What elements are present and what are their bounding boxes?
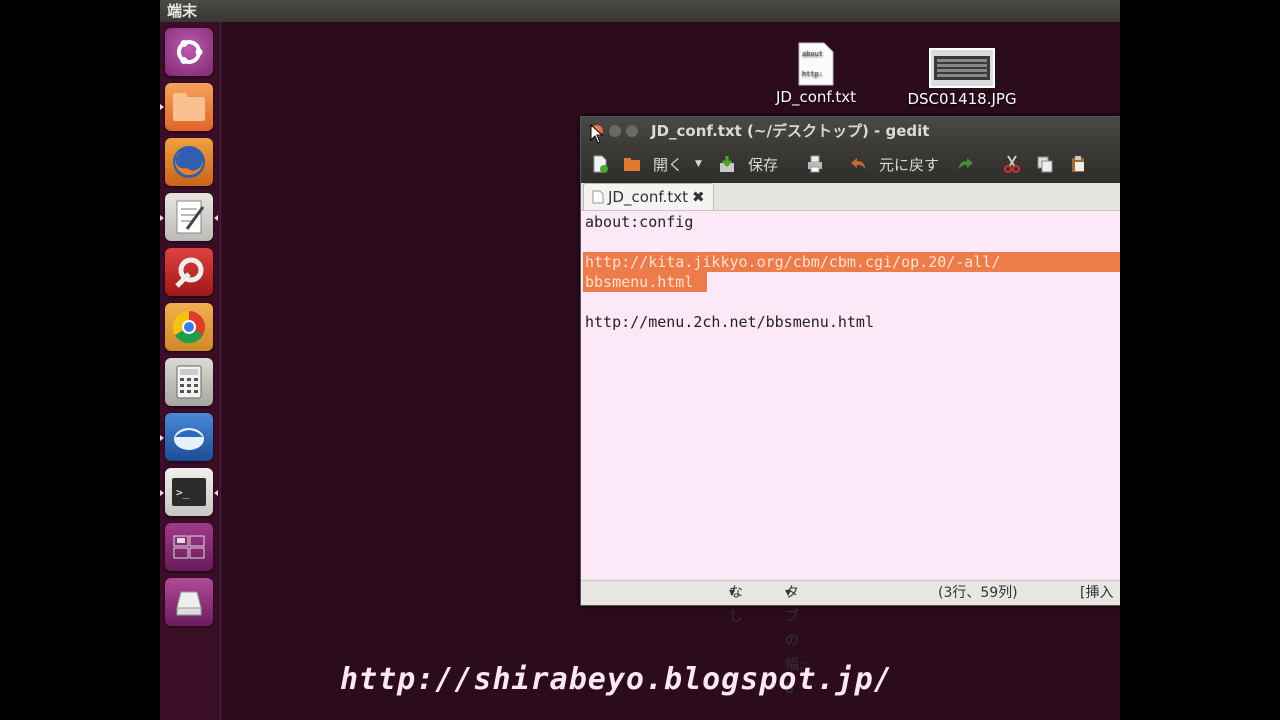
text-file-icon: about http:: [798, 42, 834, 86]
launcher-calculator[interactable]: [165, 358, 213, 406]
launcher-firefox[interactable]: [165, 138, 213, 186]
svg-text:>_: >_: [176, 486, 190, 499]
close-tab-icon[interactable]: ✖: [692, 184, 705, 210]
document-tabs: JD_conf.txt ✖: [581, 183, 1120, 211]
tab-jd-conf[interactable]: JD_conf.txt ✖: [583, 183, 714, 210]
launcher-text-editor[interactable]: [165, 193, 213, 241]
new-button[interactable]: [591, 145, 609, 183]
open-button[interactable]: 開く ▼: [623, 145, 702, 183]
text-editor-area[interactable]: about:config http://kita.jikkyo.org/cbm/…: [581, 211, 1120, 579]
status-bar: なし ▼ タブの幅:: 8 ▼ (3行、59列) [挿入: [581, 580, 1120, 697]
chevron-down-icon: ▼: [729, 588, 736, 597]
editor-line: about:config: [585, 213, 694, 231]
chrome-icon: [172, 310, 205, 344]
window-title: JD_conf.txt (~/デスクトップ) - gedit: [651, 122, 930, 140]
launcher-workspace-switcher[interactable]: [165, 523, 213, 571]
save-icon: [720, 156, 734, 172]
workspaces-icon: [173, 535, 205, 559]
desktop-file-dsc01418[interactable]: DSC01418.JPG: [895, 48, 1029, 108]
editor-line-selected: bbsmenu.html: [585, 273, 694, 291]
launcher-chrome[interactable]: [165, 303, 213, 351]
settings-icon: [175, 257, 204, 288]
launcher-thunderbird[interactable]: [165, 413, 213, 461]
maximize-button[interactable]: [626, 125, 638, 137]
open-label: 開く: [653, 155, 684, 174]
save-button[interactable]: 保存: [718, 145, 778, 183]
toolbar: 開く ▼ 保存 元に戻す: [581, 145, 1120, 183]
launcher: >_: [160, 22, 221, 720]
paste-clipboard-icon: [1072, 156, 1084, 172]
launcher-ubuntu-dash[interactable]: [165, 28, 213, 76]
text-editor-icon: [176, 200, 205, 234]
scissors-icon: [1004, 155, 1020, 173]
top-panel: 端末: [160, 0, 1120, 22]
undo-label: 元に戻す: [879, 155, 940, 174]
launcher-disk[interactable]: [165, 578, 213, 626]
redo-arrow-icon: [959, 158, 973, 169]
undo-arrow-icon: [851, 158, 865, 169]
paste-button[interactable]: [1069, 145, 1087, 183]
watermark-url: http://shirabeyo.blogspot.jp/: [340, 662, 893, 697]
active-app-title: 端末: [167, 2, 198, 20]
redo-button[interactable]: [957, 145, 975, 183]
undo-button[interactable]: 元に戻す: [849, 145, 939, 183]
chevron-down-icon[interactable]: ▼: [695, 159, 702, 169]
open-folder-icon: [624, 158, 640, 171]
editor-line-selected: http://kita.jikkyo.org/cbm/cbm.cgi/op.20…: [585, 253, 1001, 271]
minimize-button[interactable]: [609, 125, 621, 137]
desktop-file-label: JD_conf.txt: [775, 88, 856, 106]
launcher-system-settings[interactable]: [165, 248, 213, 296]
tab-label: JD_conf.txt: [608, 188, 689, 206]
insert-mode: [挿入: [1080, 585, 1114, 601]
chevron-down-icon: ▼: [785, 588, 792, 597]
cut-button[interactable]: [1003, 145, 1021, 183]
copy-button[interactable]: [1036, 145, 1054, 183]
print-button[interactable]: [806, 145, 824, 183]
save-label: 保存: [748, 155, 779, 174]
ubuntu-logo-icon: [177, 40, 203, 64]
disk-icon: [176, 591, 202, 616]
calculator-icon: [176, 365, 202, 399]
window-titlebar[interactable]: JD_conf.txt (~/デスクトップ) - gedit: [581, 117, 1120, 145]
new-document-icon: [593, 155, 608, 173]
printer-icon: [808, 155, 822, 173]
terminal-icon: >_: [172, 478, 206, 506]
desktop-file-label: DSC01418.JPG: [907, 90, 1017, 108]
svg-text:http:: http:: [802, 70, 823, 78]
editor-line: http://menu.2ch.net/bbsmenu.html: [585, 313, 874, 331]
image-thumbnail-icon: [929, 48, 995, 88]
launcher-files[interactable]: [165, 83, 213, 131]
cursor-position: (3行、59列): [938, 585, 1018, 601]
desktop: 端末 >_ about http: JD_conf.txt DSC01418.J…: [160, 0, 1120, 720]
thunderbird-icon: [174, 428, 204, 450]
launcher-terminal[interactable]: >_: [165, 468, 213, 516]
svg-text:about: about: [802, 50, 823, 58]
gedit-window: JD_conf.txt (~/デスクトップ) - gedit 開く ▼ 保存 元…: [580, 116, 1120, 697]
document-icon: [592, 190, 604, 204]
mouse-cursor-icon: [590, 124, 604, 144]
desktop-file-jd-conf[interactable]: about http: JD_conf.txt: [766, 42, 866, 106]
copy-icon: [1037, 156, 1053, 173]
firefox-icon: [173, 146, 205, 178]
folder-icon: [173, 93, 205, 121]
